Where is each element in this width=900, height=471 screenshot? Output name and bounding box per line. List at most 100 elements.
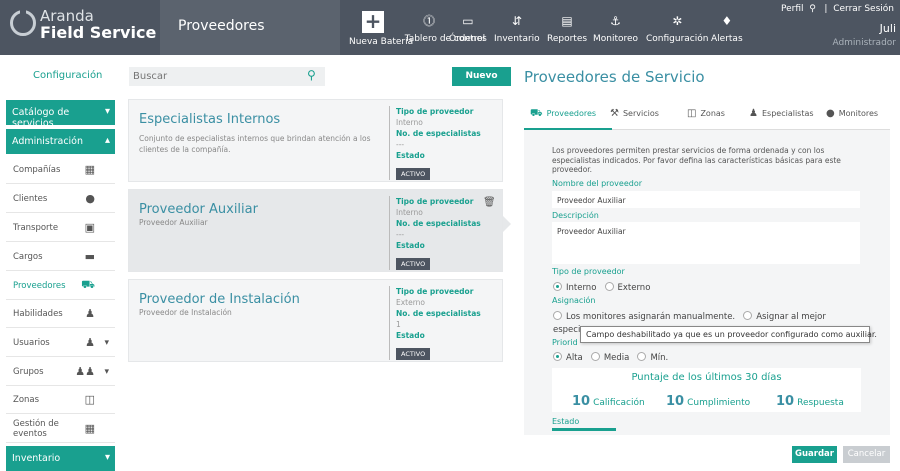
chevron-down-icon: ▾ [104,452,110,463]
brand-logo[interactable]: Aranda Field Service [40,9,156,41]
worker-icon: ♟ [749,108,758,119]
radio-manual [553,311,562,320]
tab-monitors[interactable]: ● Monitores [826,108,878,119]
state-label: Estado [396,151,425,160]
type-label: Tipo de proveedor [396,107,474,116]
type-value: Interno [396,208,423,217]
card-desc: Conjunto de especialistas internos que b… [139,134,371,154]
sidebar-item-cargos[interactable]: Cargos ▬ [6,243,115,271]
nav-alerts[interactable]: ♦ Alertas [711,14,743,44]
card-desc: Proveedor de Instalación [139,308,232,317]
sidebar-item-events[interactable]: Gestión de eventos ▦ [6,415,115,443]
person-icon: ● [85,192,95,205]
building-icon: ▦ [84,163,95,176]
provider-card-1[interactable]: Proveedor Auxiliar Proveedor Auxiliar Ti… [128,189,503,272]
sidebar-item-users[interactable]: Usuarios ♟ ▾ [6,329,115,357]
desc-field[interactable]: Proveedor Auxiliar [552,222,860,264]
brand-line1: Aranda [40,7,94,25]
sidebar-catalog[interactable]: Catálogo de servicios ▾ [6,100,115,129]
user-role: Administrador [832,38,896,48]
profile-link[interactable]: Perfil [781,4,804,14]
assign-radio-group: Los monitores asignarán manualmente. Asi… [553,311,826,322]
nav-reports[interactable]: ▤ Reportes [547,14,587,44]
inventory-icon: ⇵ [511,14,522,28]
search-icon[interactable]: ⚲ [307,68,316,82]
person-icon: ● [826,108,835,119]
form-intro: Los proveedores permiten prestar servici… [552,146,841,174]
radio-min[interactable] [637,352,647,361]
card-desc: Proveedor Auxiliar [139,218,208,227]
count-label: No. de especialistas [396,219,481,228]
type-label: Tipo de proveedor [396,287,474,296]
score-rating: 10 Calificación [572,394,645,409]
orders-icon: ▭ [462,14,474,28]
logout-link[interactable]: Cerrar Sesión [833,4,894,14]
services-icon: ⚒ [610,108,619,119]
radio-best [743,311,753,320]
user-name: Juli [879,22,896,35]
state-label: Estado [396,331,425,340]
search-input[interactable] [129,67,325,86]
bus-icon: ▣ [84,221,95,234]
sidebar-inventory[interactable]: Inventario ▾ [6,446,115,471]
worker-icon: ♟ [85,307,95,320]
sidebar-title: Configuración [33,70,103,81]
gear-icon: ✲ [672,14,683,28]
monitor-icon: ⚓ [610,14,621,28]
nav-inventory[interactable]: ⇵ Inventario [494,14,540,44]
trash-icon[interactable]: 🗑 [483,197,496,208]
score-response: 10 Respuesta [776,394,844,409]
nav-orders[interactable]: ▭ Órdenes [449,14,487,44]
module-title: Proveedores [178,18,265,34]
sidebar-item-companies[interactable]: Compañías ▦ [6,156,115,184]
score-title: Puntaje de los últimos 30 días [631,372,782,383]
state-toggle[interactable] [552,428,616,431]
state-label: Estado [552,417,580,426]
card-meta: Tipo de proveedor Externo No. de especia… [389,286,481,360]
score-box: Puntaje de los últimos 30 días 10 Calific… [552,368,861,412]
card-title: Proveedor de Instalación [139,292,300,307]
briefcase-icon: ▬ [84,250,95,263]
sidebar-item-skills[interactable]: Habilidades ♟ [6,300,115,328]
new-button[interactable]: Nuevo [452,67,511,86]
desc-label: Descripción [552,211,599,220]
top-bar: Aranda Field Service Proveedores + Nueva… [0,0,900,55]
card-meta: Tipo de proveedor Interno No. de especia… [389,196,481,270]
sidebar-item-zones[interactable]: Zonas ◫ [6,386,115,414]
divider: | [821,4,831,14]
name-field[interactable]: Proveedor Auxiliar [552,191,860,208]
sidebar-item-clients[interactable]: Clientes ● [6,185,115,213]
status-badge: ACTIVO [396,348,431,360]
user-icon: ♟ [85,336,95,349]
sidebar-item-transport[interactable]: Transporte ▣ [6,214,115,242]
card-meta: Tipo de proveedor Interno No. de especia… [389,106,481,180]
tab-providers[interactable]: ⛟ Proveedores [530,108,596,121]
profile-icon[interactable]: ⚲ [806,4,818,14]
count-value: 1 [396,320,401,329]
card-title: Proveedor Auxiliar [139,202,258,217]
radio-high[interactable] [553,352,562,361]
radio-internal[interactable] [553,282,562,291]
sidebar-item-groups[interactable]: Grupos ♟♟ ▾ [6,358,115,386]
chevron-down-icon: ▾ [104,337,109,348]
provider-card-0[interactable]: Especialistas Internos Conjunto de espec… [128,99,503,182]
chevron-up-icon: ▴ [104,135,110,146]
tab-zones[interactable]: ◫ Zonas [687,108,725,119]
nav-monitor[interactable]: ⚓ Monitoreo [593,14,638,44]
nav-settings[interactable]: ✲ Configuración [646,14,708,44]
radio-external[interactable] [604,282,614,291]
sidebar-item-providers[interactable]: Proveedores ⛟ [6,272,115,300]
type-value: Interno [396,118,423,127]
cancel-button[interactable]: Cancelar [843,446,890,463]
radio-medium[interactable] [590,352,600,361]
tab-services[interactable]: ⚒ Servicios [610,108,659,119]
detail-tabs: ⛟ Proveedores ⚒ Servicios ◫ Zonas ♟ Especial… [524,100,890,130]
save-button[interactable]: Guardar [792,446,837,463]
tab-specialists[interactable]: ♟ Especialistas [749,108,814,119]
sidebar-admin[interactable]: Administración ▴ [6,129,115,154]
priority-label: Priorid [552,338,578,347]
type-label: Tipo de proveedor [396,197,474,206]
chevron-down-icon: ▾ [104,366,109,377]
selection-arrow [503,216,511,232]
provider-card-2[interactable]: Proveedor de Instalación Proveedor de In… [128,279,503,362]
